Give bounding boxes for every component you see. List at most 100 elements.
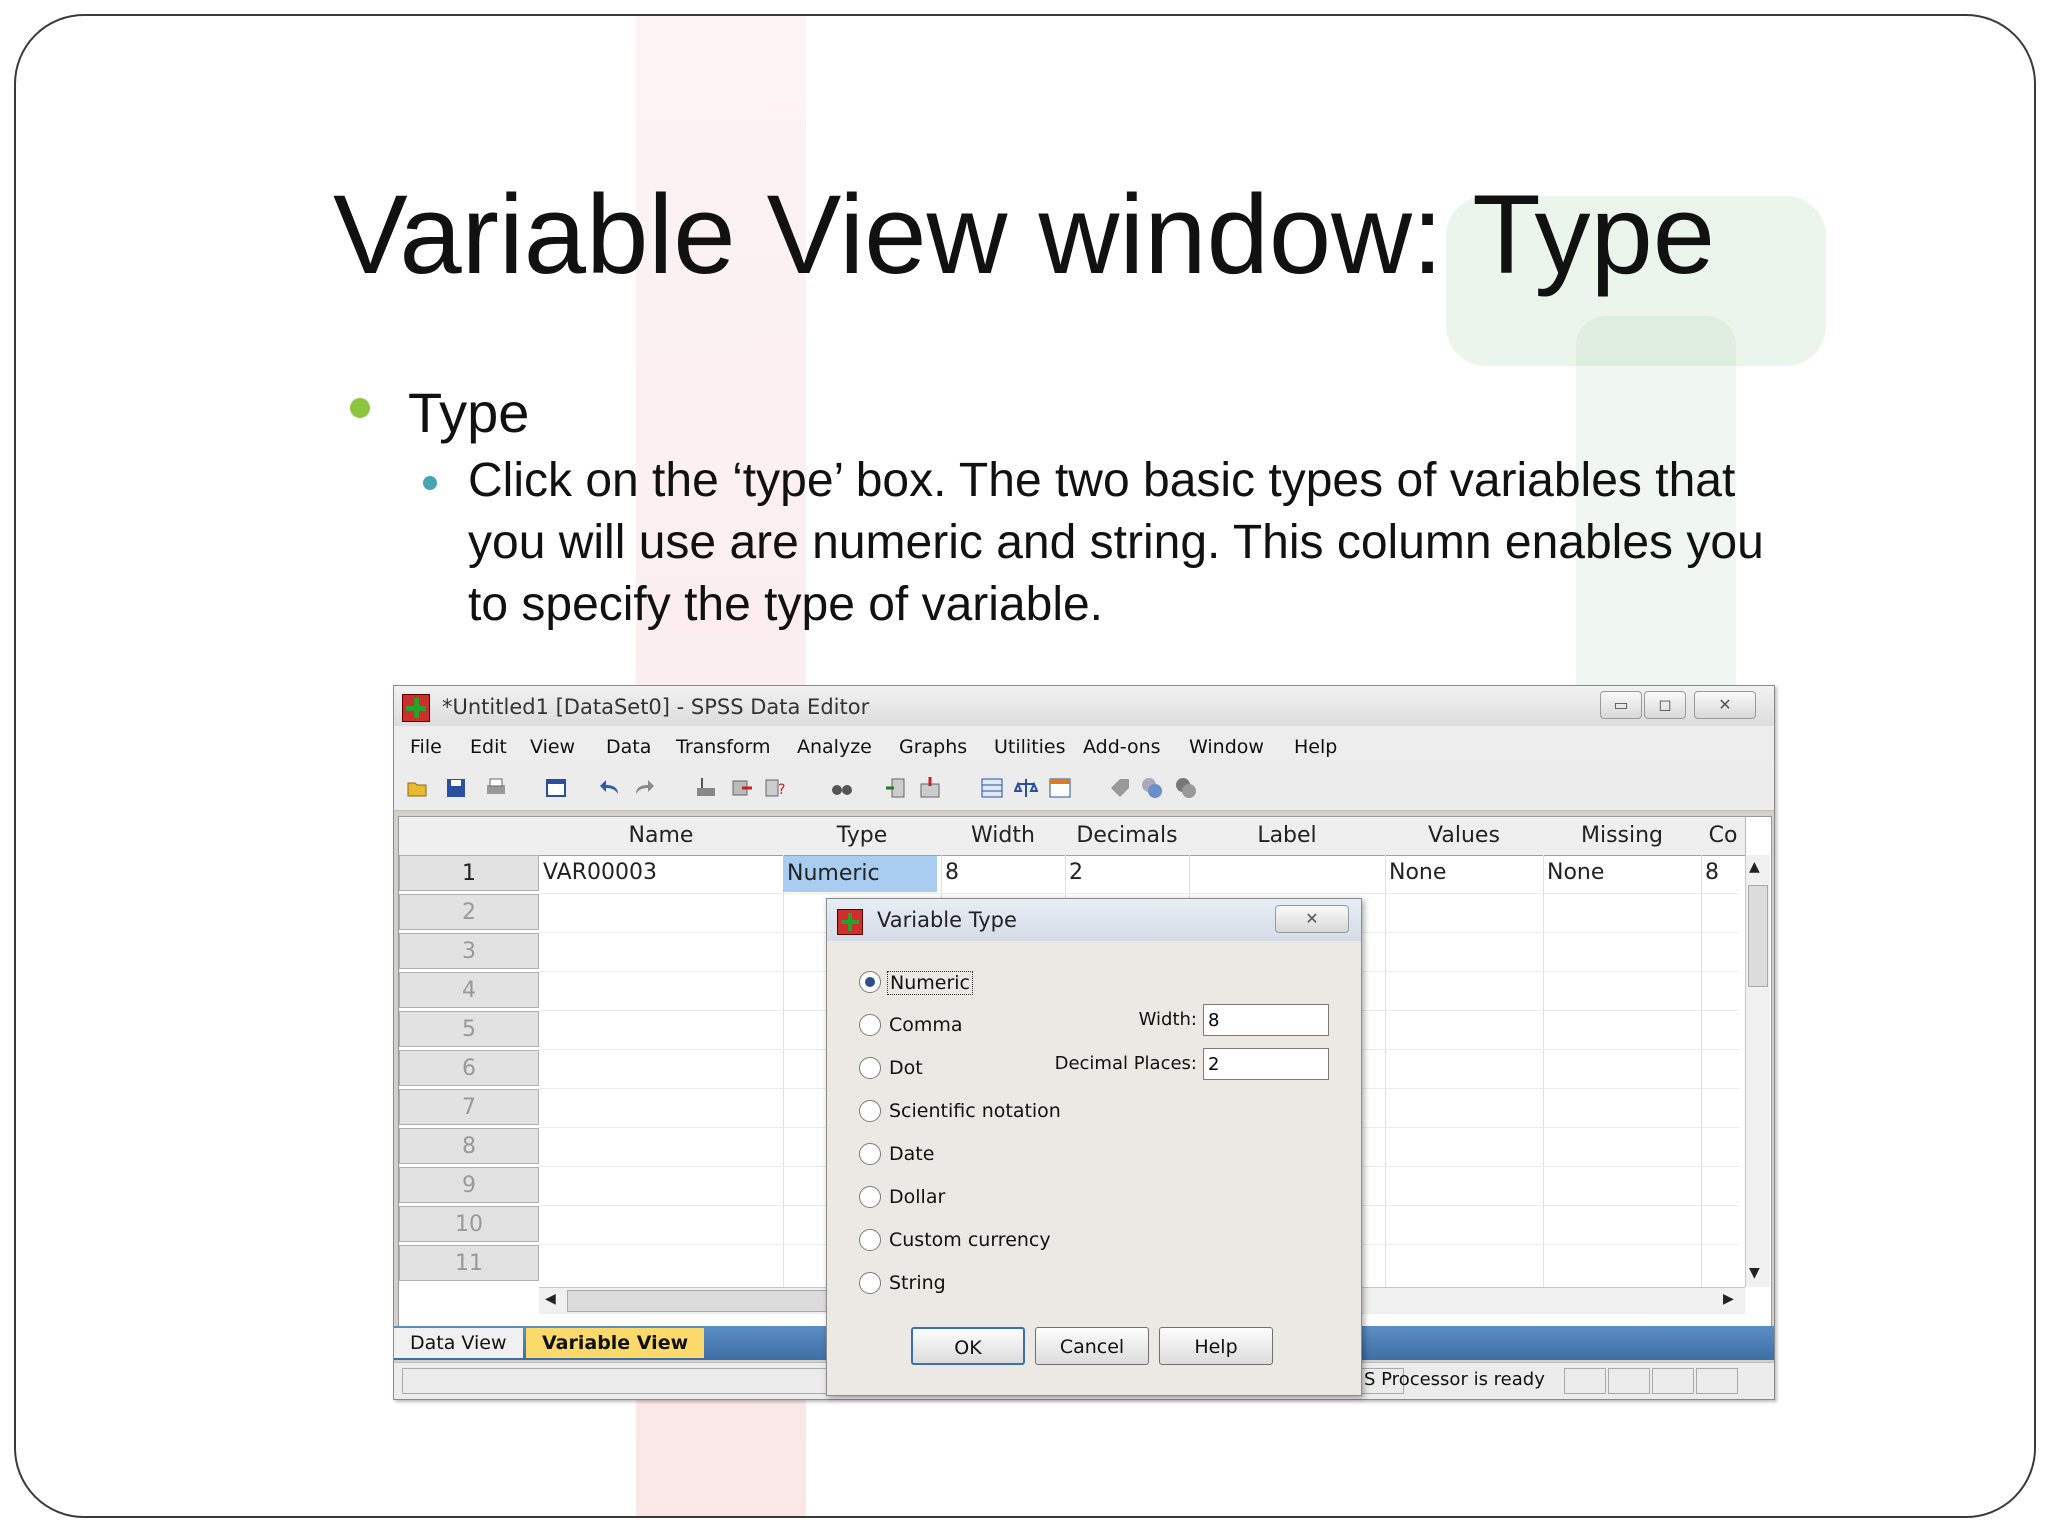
undo-icon[interactable] xyxy=(598,776,622,800)
find-icon[interactable] xyxy=(830,776,854,800)
status-text: S Processor is ready xyxy=(1364,1369,1545,1390)
row-number[interactable]: 6 xyxy=(399,1050,539,1086)
column-header-decimals[interactable]: Decimals xyxy=(1065,817,1190,856)
scroll-right-arrow-icon[interactable]: ▶ xyxy=(1723,1291,1734,1307)
minimize-button[interactable]: ▭ xyxy=(1600,691,1642,719)
cell-values[interactable]: None xyxy=(1385,855,1539,891)
dialog-title: Variable Type xyxy=(877,908,1017,932)
cell-type-selected[interactable]: Numeric xyxy=(783,856,937,892)
bullet-text: Type xyxy=(408,381,530,444)
menu-data[interactable]: Data xyxy=(606,736,651,758)
split-file-icon[interactable] xyxy=(980,776,1004,800)
print-icon[interactable] xyxy=(484,776,508,800)
cell-decimals[interactable]: 2 xyxy=(1065,855,1187,891)
show-all-icon[interactable] xyxy=(1174,776,1198,800)
menu-file[interactable]: File xyxy=(410,736,442,758)
open-icon[interactable] xyxy=(406,776,430,800)
row-number[interactable]: 11 xyxy=(399,1245,539,1281)
scroll-up-arrow-icon[interactable]: ▲ xyxy=(1749,859,1760,875)
menu-utilities[interactable]: Utilities xyxy=(994,736,1066,758)
save-icon[interactable] xyxy=(444,776,468,800)
radio-numeric[interactable] xyxy=(859,971,881,993)
variables-icon[interactable]: ? xyxy=(764,776,788,800)
dialog-close-button[interactable]: ✕ xyxy=(1275,905,1349,933)
menu-graphs[interactable]: Graphs xyxy=(899,736,967,758)
menu-window[interactable]: Window xyxy=(1189,736,1264,758)
cell-name[interactable]: VAR00003 xyxy=(539,855,783,891)
cell-columns[interactable]: 8 xyxy=(1701,855,1745,891)
status-pane xyxy=(1608,1368,1650,1394)
insert-cases-icon[interactable] xyxy=(884,776,908,800)
column-header-type[interactable]: Type xyxy=(783,817,942,856)
radio-label-numeric[interactable]: Numeric xyxy=(887,971,973,995)
redo-icon[interactable] xyxy=(632,776,656,800)
radio-label-custom-currency[interactable]: Custom currency xyxy=(889,1229,1051,1251)
scroll-thumb[interactable] xyxy=(1748,885,1768,987)
row-number[interactable]: 4 xyxy=(399,972,539,1008)
radio-label-dollar[interactable]: Dollar xyxy=(889,1186,945,1208)
scroll-left-arrow-icon[interactable]: ◀ xyxy=(545,1291,556,1307)
weight-cases-icon[interactable] xyxy=(1014,776,1038,800)
corner-header xyxy=(399,817,540,856)
insert-variable-icon[interactable] xyxy=(918,776,942,800)
radio-comma[interactable] xyxy=(859,1014,881,1036)
grid-line xyxy=(783,855,784,1287)
radio-label-scientific-notation[interactable]: Scientific notation xyxy=(889,1100,1061,1122)
row-number[interactable]: 5 xyxy=(399,1011,539,1047)
menu-view[interactable]: View xyxy=(530,736,575,758)
width-field[interactable]: 8 xyxy=(1203,1004,1329,1036)
radio-scientific-notation[interactable] xyxy=(859,1100,881,1122)
row-number[interactable]: 2 xyxy=(399,894,539,930)
tab-variable-view[interactable]: Variable View xyxy=(526,1328,705,1358)
radio-label-comma[interactable]: Comma xyxy=(889,1014,963,1036)
radio-custom-currency[interactable] xyxy=(859,1229,881,1251)
menu-addons[interactable]: Add-ons xyxy=(1083,736,1161,758)
column-header-name[interactable]: Name xyxy=(539,817,784,856)
menu-analyze[interactable]: Analyze xyxy=(797,736,872,758)
column-header-values[interactable]: Values xyxy=(1385,817,1544,856)
radio-label-string[interactable]: String xyxy=(889,1272,946,1294)
ok-button[interactable]: OK xyxy=(911,1327,1025,1365)
close-button[interactable]: ✕ xyxy=(1694,691,1756,719)
help-button[interactable]: Help xyxy=(1159,1327,1273,1365)
row-number[interactable]: 10 xyxy=(399,1206,539,1242)
use-sets-icon[interactable] xyxy=(1140,776,1164,800)
grid-line xyxy=(1543,855,1544,1287)
menu-edit[interactable]: Edit xyxy=(470,736,507,758)
decimal-places-field[interactable]: 2 xyxy=(1203,1048,1329,1080)
radio-label-dot[interactable]: Dot xyxy=(889,1057,923,1079)
column-header-columns[interactable]: Co xyxy=(1701,817,1746,856)
cell-width[interactable]: 8 xyxy=(941,855,1063,891)
goto-case-icon[interactable] xyxy=(694,776,718,800)
variable-type-dialog: Variable Type ✕ Numeric Comma Dot Scient… xyxy=(826,898,1362,1396)
row-number[interactable]: 1 xyxy=(399,855,539,891)
dialog-recall-icon[interactable] xyxy=(544,776,568,800)
radio-date[interactable] xyxy=(859,1143,881,1165)
row-number[interactable]: 8 xyxy=(399,1128,539,1164)
goto-variable-icon[interactable] xyxy=(730,776,754,800)
radio-label-date[interactable]: Date xyxy=(889,1143,934,1165)
sub-bullet-dot xyxy=(423,476,437,490)
vertical-scrollbar[interactable]: ▲ ▼ xyxy=(1745,855,1770,1287)
maximize-button[interactable]: ◻ xyxy=(1644,691,1686,719)
column-header-missing[interactable]: Missing xyxy=(1543,817,1702,856)
row-number[interactable]: 9 xyxy=(399,1167,539,1203)
column-header-label[interactable]: Label xyxy=(1189,817,1386,856)
radio-string[interactable] xyxy=(859,1272,881,1294)
cell-missing[interactable]: None xyxy=(1543,855,1697,891)
menu-transform[interactable]: Transform xyxy=(676,736,771,758)
row-number[interactable]: 7 xyxy=(399,1089,539,1125)
menu-help[interactable]: Help xyxy=(1294,736,1337,758)
value-labels-icon[interactable] xyxy=(1108,776,1132,800)
toolbar: ? xyxy=(394,766,1774,811)
column-header-width[interactable]: Width xyxy=(941,817,1066,856)
spss-app-icon xyxy=(837,909,863,935)
radio-dot[interactable] xyxy=(859,1057,881,1079)
tab-data-view[interactable]: Data View xyxy=(394,1328,523,1358)
row-number[interactable]: 3 xyxy=(399,933,539,969)
radio-dollar[interactable] xyxy=(859,1186,881,1208)
cancel-button[interactable]: Cancel xyxy=(1035,1327,1149,1365)
decimal-places-label: Decimal Places: xyxy=(1054,1053,1197,1074)
scroll-down-arrow-icon[interactable]: ▼ xyxy=(1749,1265,1760,1281)
select-cases-icon[interactable] xyxy=(1048,776,1072,800)
